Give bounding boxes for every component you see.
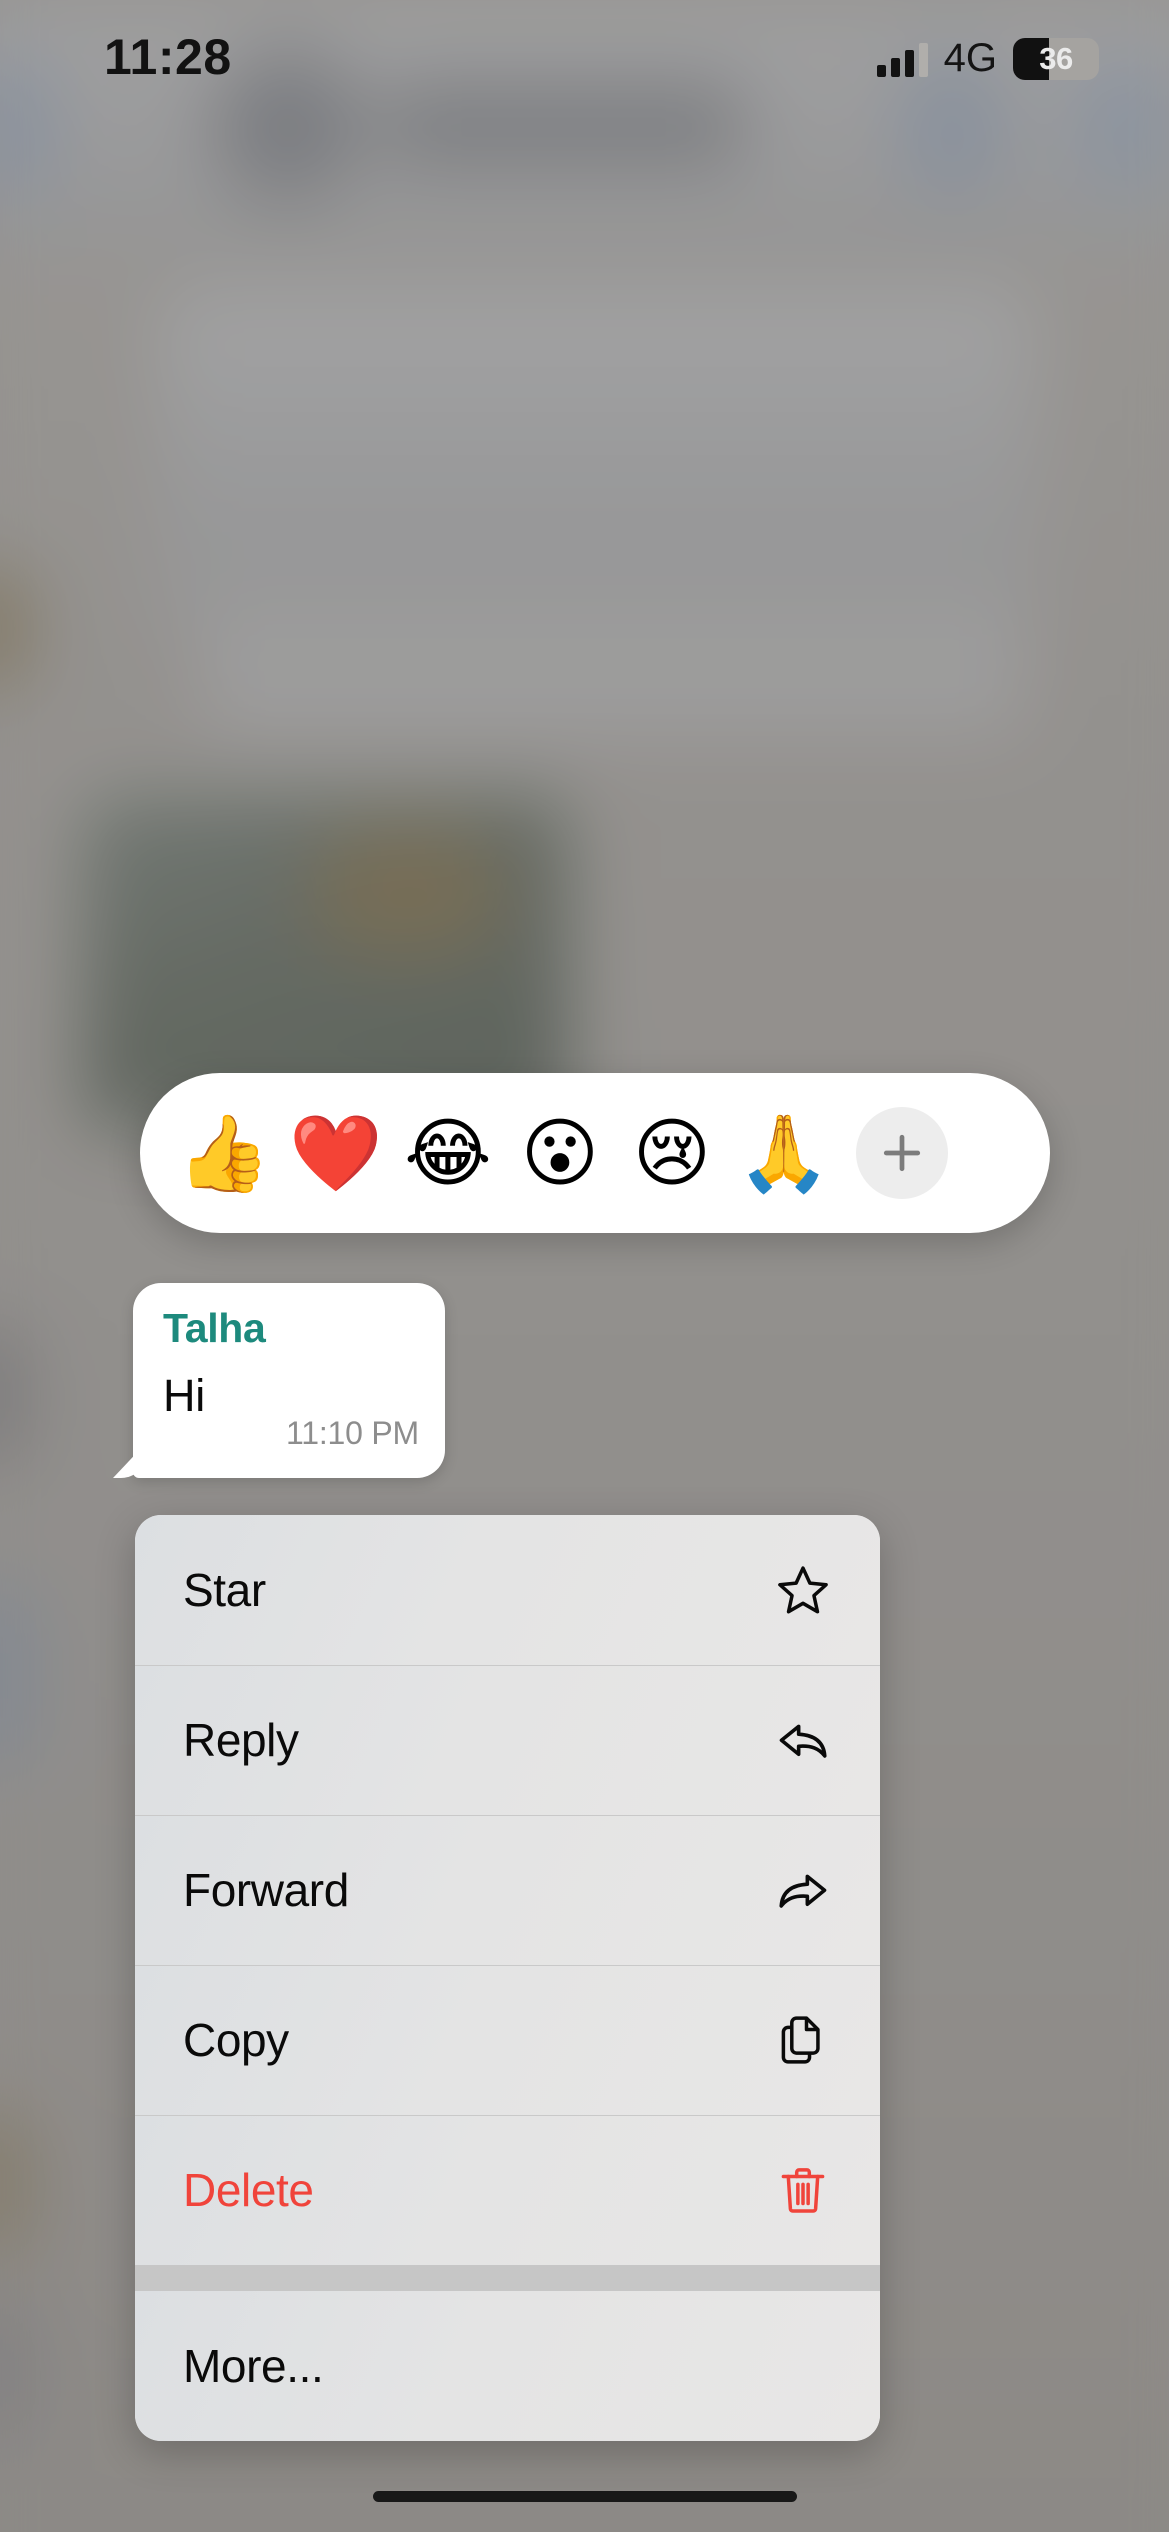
- star-icon: [772, 1559, 834, 1621]
- status-time: 11:28: [104, 29, 232, 85]
- phone-screen: 11:28 4G 36 👍 ❤️ 😂 😮 😢 🙏 Talha Hi 11:10 …: [0, 0, 1169, 2532]
- message-text: Hi: [163, 1370, 206, 1421]
- crying-reaction[interactable]: 😢: [616, 1097, 728, 1209]
- context-menu-item-reply[interactable]: Reply: [135, 1665, 880, 1815]
- context-menu-item-delete[interactable]: Delete: [135, 2115, 880, 2265]
- copy-icon: [772, 2009, 834, 2071]
- message-context-menu: Star Reply Forward Copy Delete More...: [135, 1515, 880, 2441]
- plus-icon: [875, 1126, 929, 1180]
- focused-message-bubble[interactable]: Talha Hi 11:10 PM: [133, 1283, 445, 1478]
- status-bar: 11:28 4G 36: [0, 0, 1169, 110]
- context-menu-item-label: Reply: [183, 1714, 299, 1766]
- battery-icon: 36: [1013, 37, 1099, 80]
- thumbs-up-reaction[interactable]: 👍: [168, 1097, 280, 1209]
- context-menu-separator: [135, 2265, 880, 2291]
- context-menu-item-more[interactable]: More...: [135, 2291, 880, 2441]
- add-more-reactions-button[interactable]: [856, 1107, 948, 1199]
- forward-icon: [772, 1859, 834, 1921]
- battery-percent-label: 36: [1039, 40, 1073, 76]
- context-menu-item-label: Delete: [183, 2164, 314, 2216]
- home-indicator[interactable]: [372, 2491, 797, 2502]
- status-indicators: 4G 36: [876, 36, 1099, 81]
- context-menu-item-copy[interactable]: Copy: [135, 1965, 880, 2115]
- context-menu-item-label: More...: [183, 2340, 324, 2392]
- open-mouth-reaction[interactable]: 😮: [504, 1097, 616, 1209]
- joy-reaction[interactable]: 😂: [392, 1097, 504, 1209]
- context-menu-item-label: Star: [183, 1564, 266, 1616]
- trash-icon: [772, 2159, 834, 2221]
- message-body-row: Hi 11:10 PM: [163, 1370, 419, 1451]
- message-sender-name: Talha: [163, 1305, 266, 1351]
- folded-hands-reaction[interactable]: 🙏: [728, 1097, 840, 1209]
- emoji-reaction-bar: 👍 ❤️ 😂 😮 😢 🙏: [140, 1073, 1050, 1233]
- context-menu-item-star[interactable]: Star: [135, 1515, 880, 1665]
- reply-icon: [772, 1709, 834, 1771]
- message-timestamp: 11:10 PM: [286, 1415, 419, 1451]
- context-menu-item-forward[interactable]: Forward: [135, 1815, 880, 1965]
- cellular-signal-icon: [876, 41, 928, 77]
- heart-reaction[interactable]: ❤️: [280, 1097, 392, 1209]
- context-menu-item-label: Forward: [183, 1864, 349, 1916]
- network-type-label: 4G: [943, 36, 997, 80]
- context-menu-item-label: Copy: [183, 2014, 289, 2066]
